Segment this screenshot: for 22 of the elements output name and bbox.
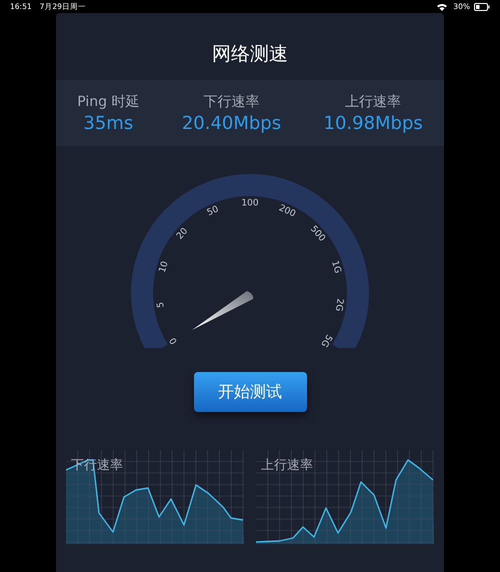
wifi-icon <box>437 2 448 10</box>
stat-label: 上行速率 <box>345 93 402 111</box>
gauge-needle <box>192 291 254 330</box>
stat-label: Ping 时延 <box>77 93 140 111</box>
battery-icon <box>474 2 490 10</box>
gauge-label: 1G <box>329 260 342 275</box>
stat-label: 下行速率 <box>203 93 260 111</box>
gauge-label: 100 <box>241 198 259 208</box>
gauge-label: 20 <box>175 226 190 242</box>
gauge-label: 10 <box>158 260 171 274</box>
gauge-label: 200 <box>277 203 297 220</box>
page-title: 网络测速 <box>212 42 288 67</box>
stat-value: 20.40Mbps <box>182 113 282 134</box>
gauge-label: 50 <box>206 204 220 218</box>
gauge-label: 2G <box>332 298 345 312</box>
stat-value: 10.98Mbps <box>324 113 423 134</box>
gauge-label: 5G <box>318 332 334 348</box>
gauge-label: 5 <box>156 301 167 308</box>
graph-label: 上行速率 <box>261 457 313 474</box>
gauge-label: 0 <box>168 335 180 346</box>
stat-value: 35ms <box>83 113 134 134</box>
start-test-button[interactable]: 开始测试 <box>194 372 306 412</box>
